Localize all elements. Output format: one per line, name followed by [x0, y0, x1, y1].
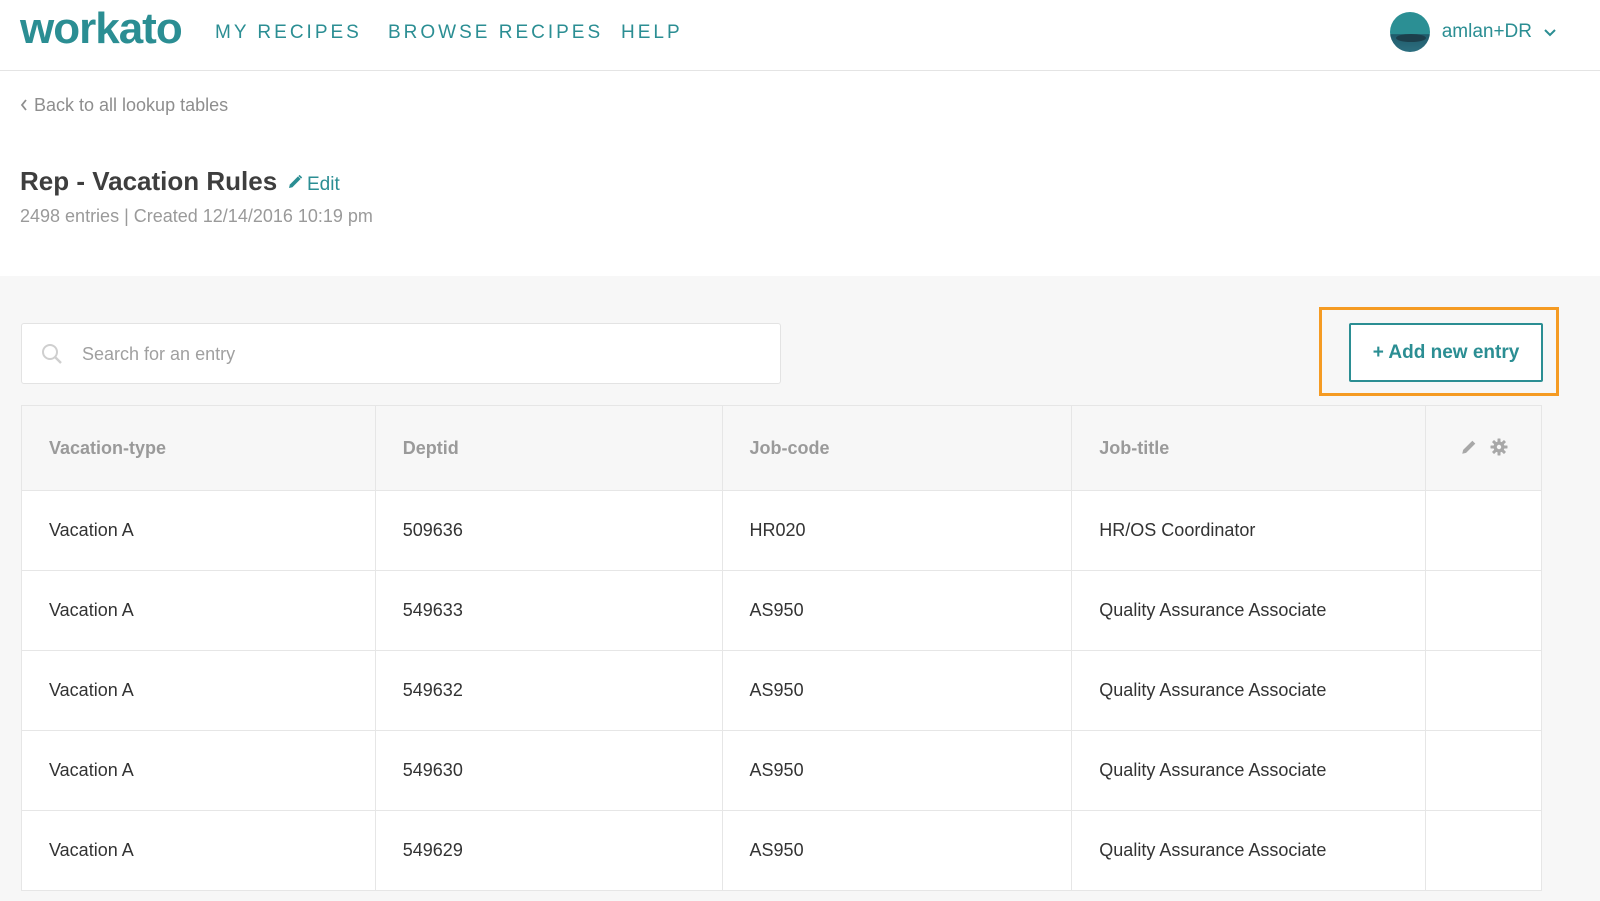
back-label: Back to all lookup tables — [34, 95, 229, 115]
column-header-job-title[interactable]: Job-title — [1072, 406, 1427, 490]
cell-vacation-type: Vacation A — [22, 651, 376, 730]
cell-job-code: AS950 — [723, 731, 1073, 810]
cell-vacation-type: Vacation A — [22, 731, 376, 810]
cell-deptid: 549632 — [376, 651, 723, 730]
cell-deptid: 509636 — [376, 491, 723, 570]
column-header-vacation-type[interactable]: Vacation-type — [22, 406, 376, 490]
table-row[interactable]: Vacation A 549633 AS950 Quality Assuranc… — [22, 570, 1541, 650]
top-navbar: workato MY RECIPES BROWSE RECIPES HELP a… — [0, 0, 1600, 71]
cell-deptid: 549630 — [376, 731, 723, 810]
column-header-job-code[interactable]: Job-code — [723, 406, 1073, 490]
avatar[interactable] — [1389, 12, 1430, 52]
cell-job-code: AS950 — [723, 651, 1073, 730]
pencil-icon — [287, 174, 303, 196]
cell-vacation-type: Vacation A — [22, 571, 376, 650]
nav-help[interactable]: HELP — [621, 22, 683, 44]
cell-job-title: HR/OS Coordinator — [1072, 491, 1427, 570]
user-menu[interactable]: amlan+DR — [1389, 12, 1556, 52]
cell-actions — [1426, 811, 1541, 890]
pencil-icon[interactable] — [1460, 438, 1478, 456]
content-area: + Add new entry Vacation-type Deptid Job… — [0, 276, 1600, 901]
cell-job-code: AS950 — [723, 811, 1073, 890]
chevron-left-icon — [20, 98, 28, 114]
page-title: Rep - Vacation Rules — [20, 166, 278, 196]
table-header-row: Vacation-type Deptid Job-code Job-title — [22, 406, 1541, 490]
column-header-deptid[interactable]: Deptid — [376, 406, 723, 490]
table-row[interactable]: Vacation A 509636 HR020 HR/OS Coordinato… — [22, 490, 1541, 570]
username: amlan+DR — [1441, 21, 1532, 42]
cell-job-title: Quality Assurance Associate — [1072, 651, 1427, 730]
cell-actions — [1426, 571, 1541, 650]
search-icon — [40, 342, 64, 366]
cell-job-title: Quality Assurance Associate — [1072, 571, 1427, 650]
table-row[interactable]: Vacation A 549629 AS950 Quality Assuranc… — [22, 810, 1541, 890]
workato-logo[interactable]: workato — [20, 4, 183, 54]
cell-actions — [1426, 731, 1541, 810]
cell-deptid: 549633 — [376, 571, 723, 650]
chevron-down-icon — [1544, 25, 1556, 40]
lookup-table: Vacation-type Deptid Job-code Job-title — [21, 405, 1542, 891]
nav-my-recipes[interactable]: MY RECIPES — [215, 22, 362, 44]
back-to-lookup-tables-link[interactable]: Back to all lookup tables — [20, 95, 228, 116]
search-box — [21, 323, 781, 384]
cell-job-code: AS950 — [723, 571, 1073, 650]
nav-browse-recipes[interactable]: BROWSE RECIPES — [388, 22, 603, 44]
cell-job-code: HR020 — [723, 491, 1073, 570]
column-actions — [1426, 406, 1541, 490]
cell-job-title: Quality Assurance Associate — [1072, 811, 1427, 890]
table-meta: 2498 entries | Created 12/14/2016 10:19 … — [20, 206, 373, 226]
table-row[interactable]: Vacation A 549630 AS950 Quality Assuranc… — [22, 730, 1541, 810]
cell-actions — [1426, 491, 1541, 570]
cell-actions — [1426, 651, 1541, 730]
edit-title-button[interactable]: Edit — [287, 174, 340, 196]
add-new-entry-button[interactable]: + Add new entry — [1349, 323, 1543, 382]
cell-vacation-type: Vacation A — [22, 811, 376, 890]
edit-label: Edit — [307, 174, 340, 195]
table-row[interactable]: Vacation A 549632 AS950 Quality Assuranc… — [22, 650, 1541, 730]
search-input[interactable] — [82, 334, 762, 374]
gear-icon[interactable] — [1490, 438, 1508, 456]
cell-vacation-type: Vacation A — [22, 491, 376, 570]
cell-deptid: 549629 — [376, 811, 723, 890]
cell-job-title: Quality Assurance Associate — [1072, 731, 1427, 810]
